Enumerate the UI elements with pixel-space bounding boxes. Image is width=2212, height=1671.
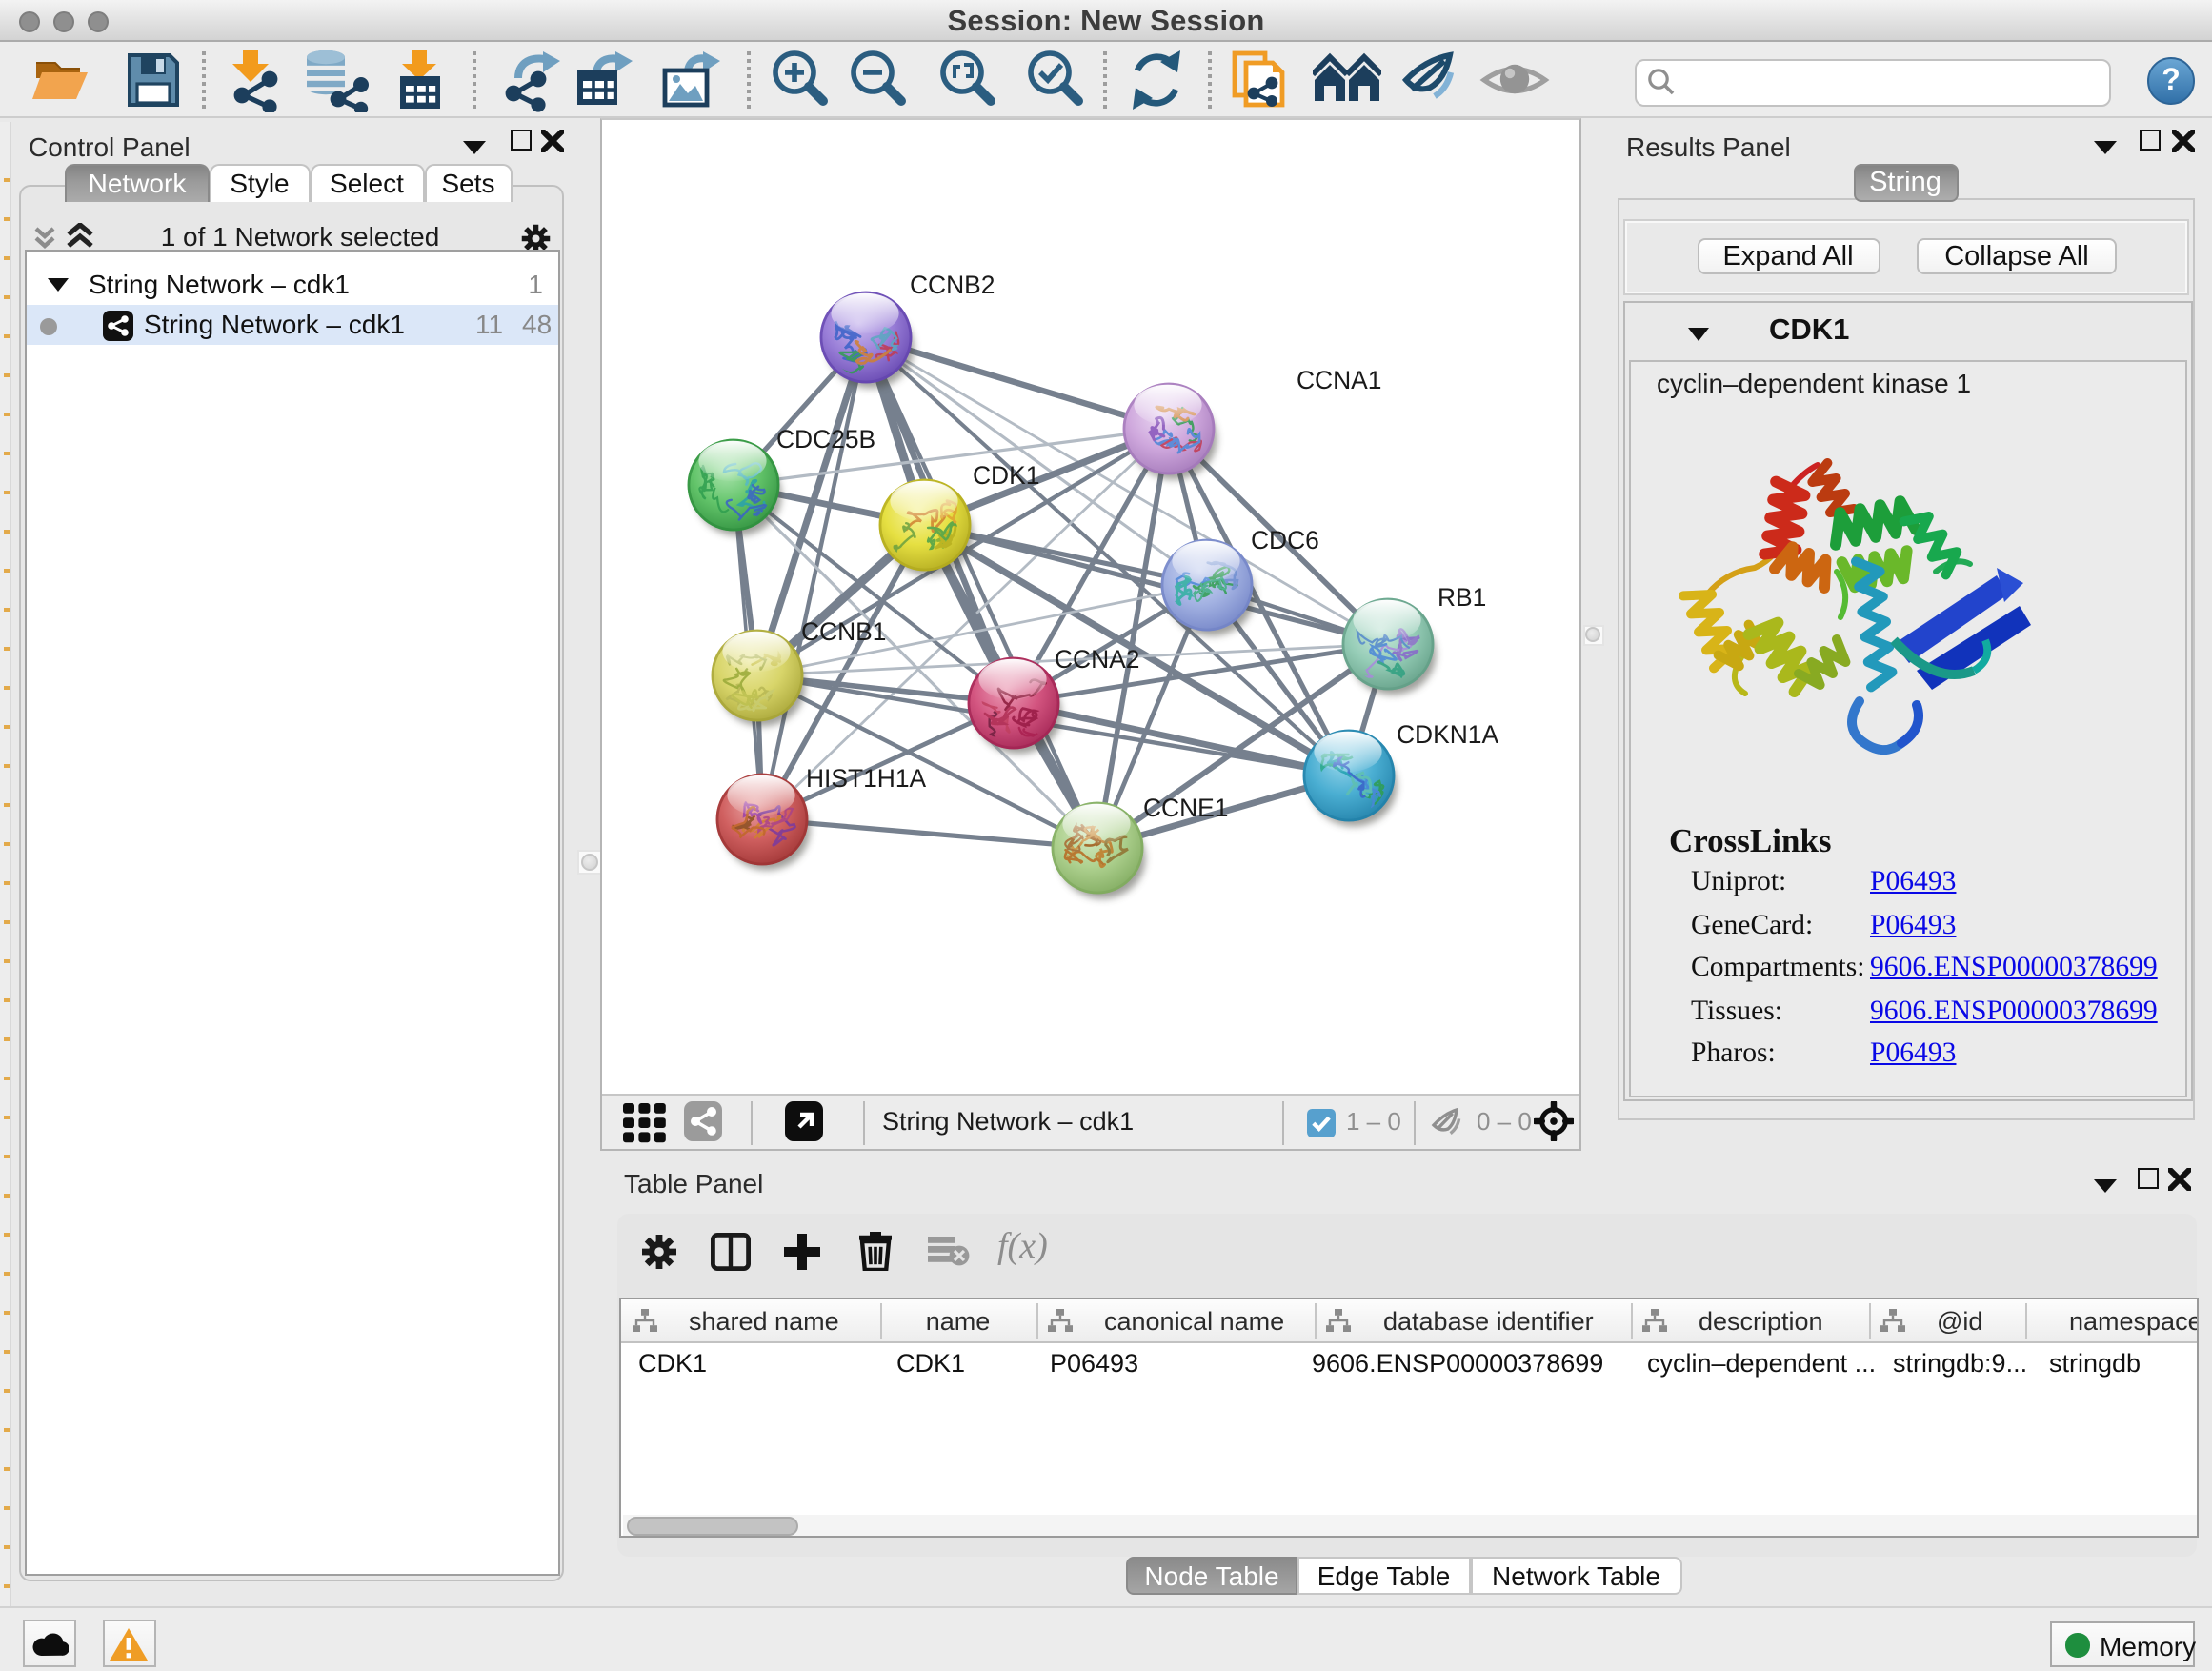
svg-text:RB1: RB1 [1437, 583, 1485, 612]
svg-text:CCNB1: CCNB1 [800, 617, 885, 646]
svg-text:CDKN1A: CDKN1A [1396, 720, 1498, 749]
svg-text:CCNA2: CCNA2 [1054, 645, 1138, 674]
svg-text:HIST1H1A: HIST1H1A [805, 764, 926, 793]
svg-text:CCNB2: CCNB2 [909, 271, 994, 299]
svg-text:CDC25B: CDC25B [775, 425, 875, 453]
svg-text:CCNE1: CCNE1 [1142, 794, 1227, 822]
svg-text:CCNA1: CCNA1 [1296, 366, 1380, 394]
svg-text:CDC6: CDC6 [1250, 526, 1318, 554]
svg-text:CDK1: CDK1 [972, 461, 1038, 490]
